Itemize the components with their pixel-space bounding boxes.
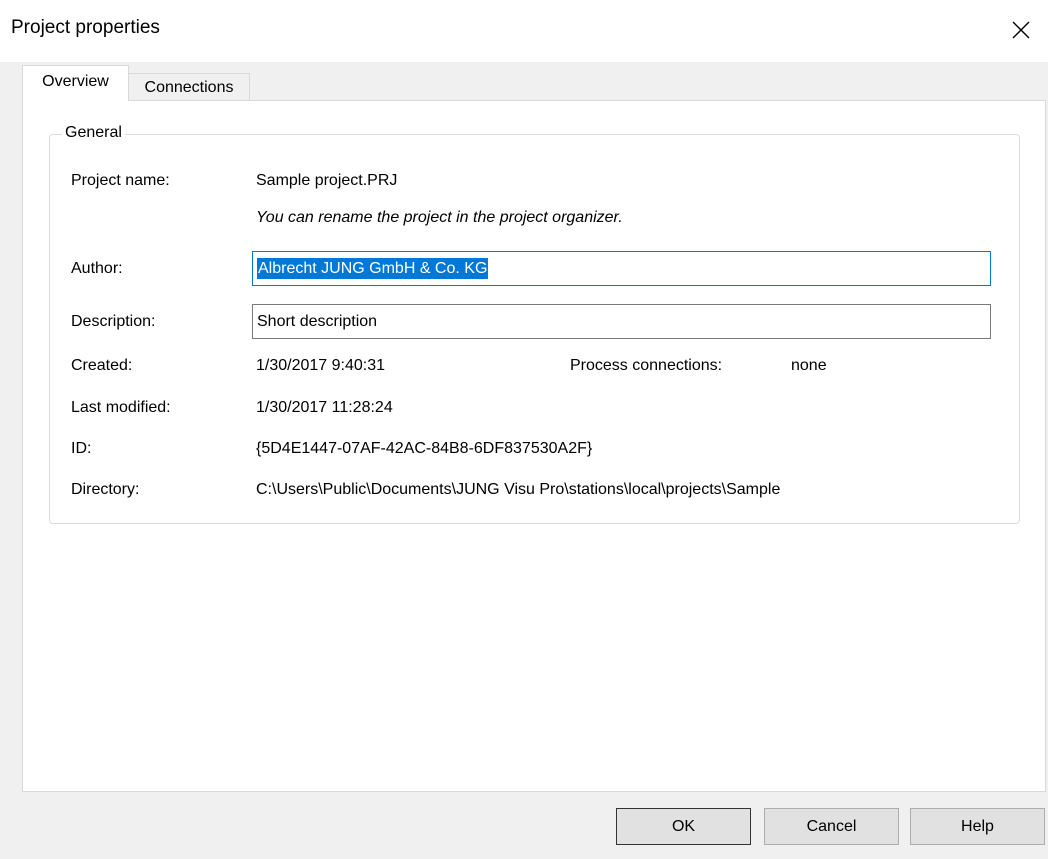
cancel-button[interactable]: Cancel <box>764 808 899 845</box>
general-groupbox: General Project name: Sample project.PRJ… <box>49 124 1020 524</box>
created-label: Created: <box>71 357 133 374</box>
id-value: {5D4E1447-07AF-42AC-84B8-6DF837530A2F} <box>256 440 593 457</box>
project-properties-dialog: Project properties Overview Connections … <box>0 0 1048 859</box>
author-label: Author: <box>71 260 123 277</box>
author-field[interactable]: Albrecht JUNG GmbH & Co. KG <box>252 251 991 286</box>
id-label: ID: <box>71 440 92 457</box>
close-icon <box>1012 21 1030 39</box>
help-button[interactable]: Help <box>910 808 1045 845</box>
tab-panel-overview: General Project name: Sample project.PRJ… <box>22 100 1046 792</box>
created-value: 1/30/2017 9:40:31 <box>256 357 386 374</box>
tab-connections[interactable]: Connections <box>128 73 250 101</box>
title-bar: Project properties <box>0 0 1048 62</box>
close-button[interactable] <box>992 0 1048 62</box>
last-modified-value: 1/30/2017 11:28:24 <box>256 399 393 416</box>
process-connections-value: none <box>791 357 827 374</box>
general-legend: General <box>62 124 125 142</box>
tab-overview[interactable]: Overview <box>22 65 129 101</box>
description-label: Description: <box>71 313 156 330</box>
button-bar: OK Cancel Help <box>0 792 1048 859</box>
directory-value: C:\Users\Public\Documents\JUNG Visu Pro\… <box>256 481 781 498</box>
project-name-label: Project name: <box>71 172 170 189</box>
project-name-value: Sample project.PRJ <box>256 172 398 189</box>
directory-label: Directory: <box>71 481 140 498</box>
process-connections-label: Process connections: <box>570 357 723 374</box>
description-field[interactable]: Short description <box>252 304 991 339</box>
author-field-value: Albrecht JUNG GmbH & Co. KG <box>257 258 489 279</box>
rename-hint: You can rename the project in the projec… <box>256 209 623 226</box>
last-modified-label: Last modified: <box>71 399 171 416</box>
ok-button[interactable]: OK <box>616 808 751 845</box>
dialog-title: Project properties <box>11 17 160 38</box>
